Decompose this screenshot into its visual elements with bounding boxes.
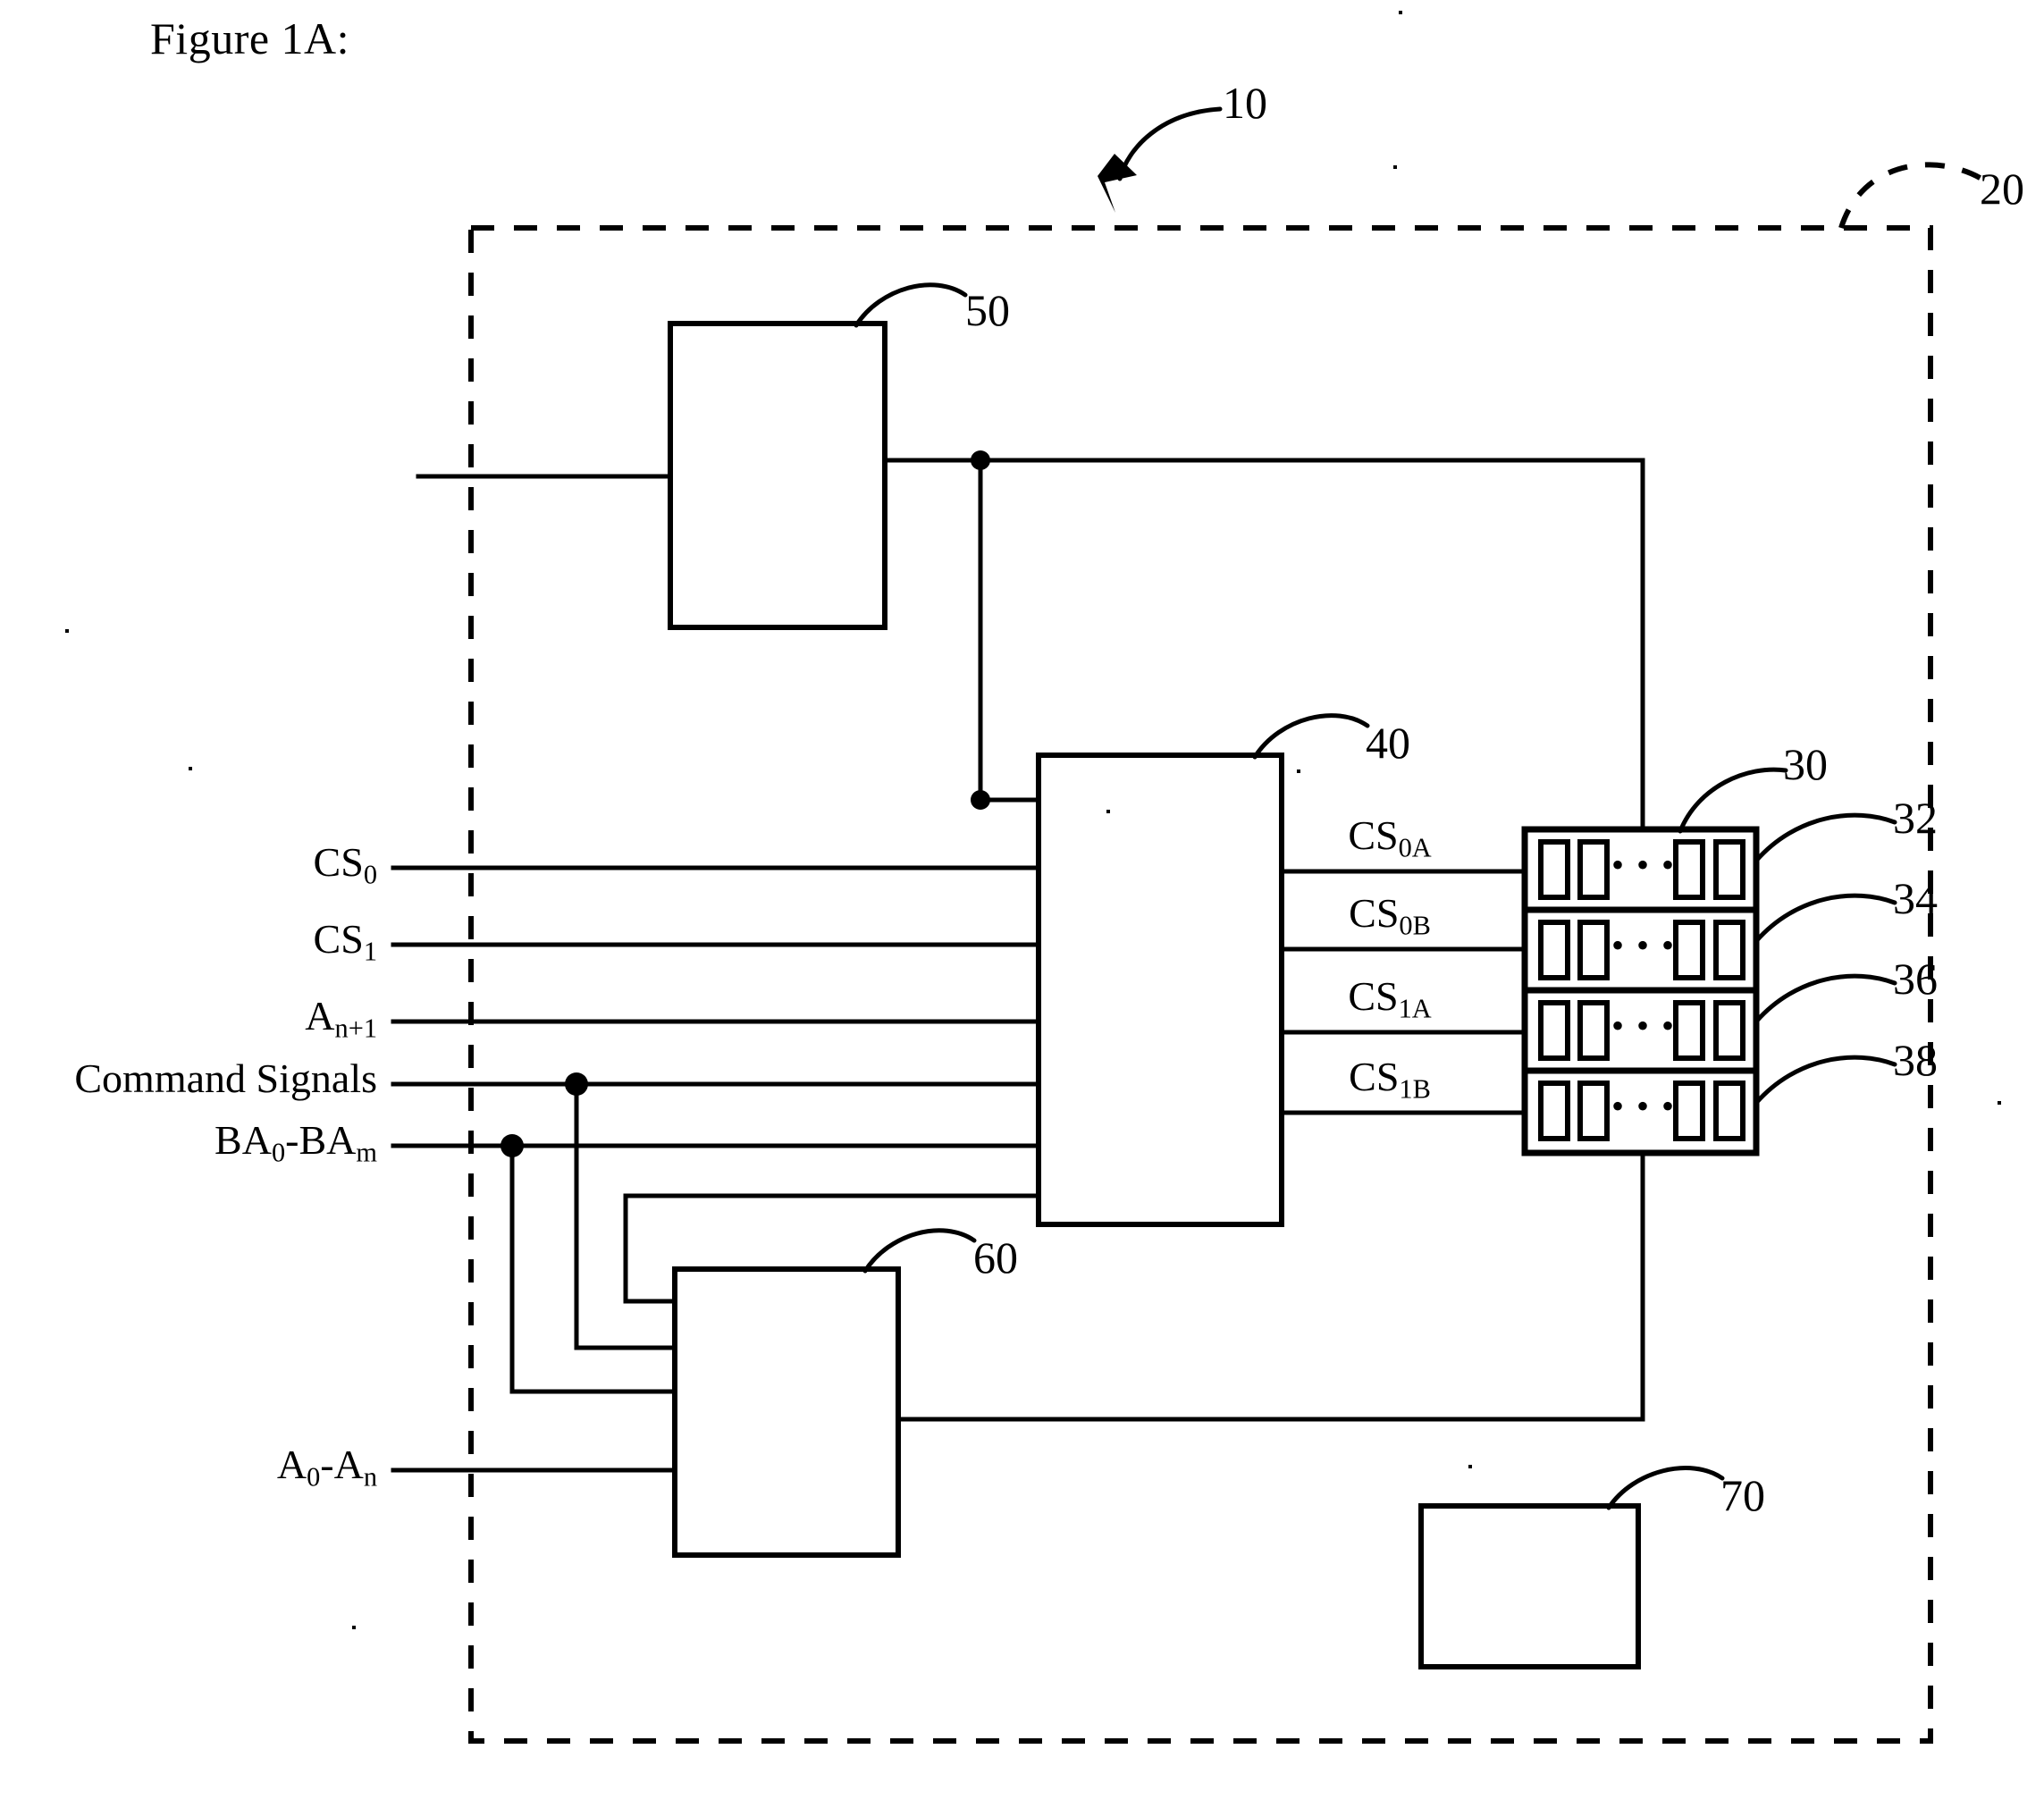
input-label-cs1: CS1 — [313, 916, 377, 967]
input-label-a0-an: A0-An — [276, 1442, 377, 1493]
junction-dot-50-branch — [971, 450, 990, 470]
ref-number-50: 50 — [965, 285, 1010, 335]
memory-chip — [1713, 1000, 1745, 1061]
block-70[interactable] — [1418, 1503, 1641, 1669]
module-row-ellipsis: • • • — [1611, 1005, 1676, 1046]
scan-speck — [189, 767, 192, 770]
block-40[interactable] — [1036, 753, 1284, 1227]
memory-chip — [1673, 839, 1705, 900]
ref-number-38: 38 — [1893, 1035, 1938, 1085]
leader-30 — [1678, 767, 1788, 834]
block-60[interactable] — [672, 1266, 901, 1558]
input-label-command-signals: Command Signals — [74, 1055, 377, 1101]
scan-speck — [1998, 1101, 2001, 1105]
output-label-cs0b: CS0B — [1349, 890, 1431, 941]
leader-38 — [1754, 1055, 1897, 1106]
memory-chip — [1713, 920, 1745, 980]
wire-ba-to-60 — [509, 1143, 677, 1394]
leader-32 — [1754, 812, 1897, 863]
scan-speck — [1297, 769, 1300, 773]
block-50[interactable] — [668, 321, 887, 630]
ref-number-40: 40 — [1366, 718, 1410, 768]
scan-speck — [1399, 11, 1402, 14]
memory-chip — [1538, 1081, 1570, 1141]
leader-34 — [1754, 893, 1897, 944]
ref-number-34: 34 — [1893, 873, 1938, 923]
ref-number-32: 32 — [1893, 793, 1938, 843]
leader-50 — [854, 282, 968, 328]
memory-chip — [1713, 839, 1745, 900]
memory-chip — [1673, 920, 1705, 980]
module-row-ellipsis: • • • — [1611, 925, 1676, 965]
memory-chip — [1713, 1081, 1745, 1141]
junction-dot-40-input1 — [971, 790, 990, 810]
leader-36 — [1754, 973, 1897, 1024]
scan-speck — [65, 629, 69, 633]
leader-70 — [1606, 1466, 1725, 1510]
memory-chip — [1673, 1081, 1705, 1141]
output-label-cs0a: CS0A — [1348, 812, 1432, 863]
scan-speck — [1106, 810, 1110, 813]
patent-figure-1a: Figure 1A: CS0 CS1 An+1 Command Signals … — [0, 0, 2044, 1808]
leader-arrow-10 — [1117, 106, 1223, 181]
memory-chip — [1577, 1081, 1610, 1141]
scan-speck — [1468, 1465, 1472, 1468]
output-label-cs1a: CS1A — [1348, 973, 1432, 1024]
wire-50-branch-to-40 — [978, 458, 1041, 803]
ref-number-70: 70 — [1720, 1470, 1765, 1520]
module-row-ellipsis: • • • — [1611, 845, 1676, 885]
diagram-canvas — [391, 106, 1990, 1744]
leader-20 — [1838, 162, 1990, 229]
memory-chip — [1577, 839, 1610, 900]
input-label-an1: An+1 — [305, 993, 377, 1044]
memory-chip — [1577, 920, 1610, 980]
output-label-cs1b: CS1B — [1349, 1054, 1431, 1105]
leader-arrowhead-10 — [1098, 154, 1137, 213]
memory-chip — [1673, 1000, 1705, 1061]
memory-chip — [1538, 920, 1570, 980]
scan-speck — [1393, 165, 1397, 169]
module-row-ellipsis: • • • — [1611, 1086, 1676, 1126]
leader-40 — [1252, 713, 1370, 760]
memory-chip — [1577, 1000, 1610, 1061]
ref-number-36: 36 — [1893, 954, 1938, 1004]
leader-60 — [862, 1228, 977, 1274]
memory-chip — [1538, 839, 1570, 900]
input-label-cs0: CS0 — [313, 839, 377, 890]
scan-speck — [352, 1626, 356, 1629]
ref-number-60: 60 — [973, 1232, 1018, 1282]
ref-number-20: 20 — [1980, 164, 2024, 214]
input-label-ba0-bam: BA0-BAm — [214, 1117, 377, 1168]
memory-chip — [1538, 1000, 1570, 1061]
ref-number-30: 30 — [1783, 739, 1828, 789]
ref-number-10: 10 — [1223, 78, 1267, 128]
